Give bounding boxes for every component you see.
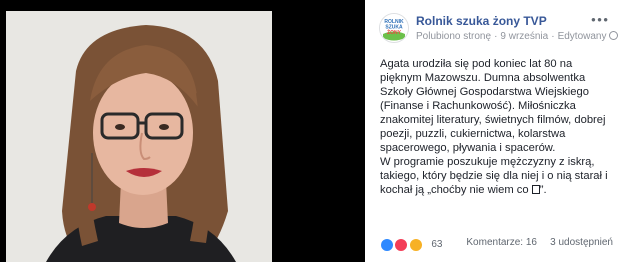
love-icon bbox=[394, 237, 409, 252]
edited-label[interactable]: Edytowany bbox=[558, 31, 607, 42]
post-text: Agata urodziła się pod koniec lat 80 na … bbox=[380, 57, 608, 209]
portrait-image bbox=[6, 11, 272, 262]
show-logo-icon: ROLNIK SZUKA ŻONY bbox=[380, 14, 408, 42]
missing-glyph-icon bbox=[531, 185, 540, 194]
post-paragraph-2: W programie poszukuje mężczyzny z iskrą,… bbox=[380, 156, 608, 196]
reaction-count: 63 bbox=[431, 239, 443, 251]
post-panel: ROLNIK SZUKA ŻONY Rolnik szuka żony TVP … bbox=[365, 0, 619, 262]
post-footer: 63 Komentarze: 16 3 udostępnień bbox=[365, 228, 619, 254]
post-paragraph-1: Agata urodziła się pod koniec lat 80 na … bbox=[380, 58, 606, 154]
author-type[interactable]: Polubiono stronę bbox=[416, 31, 491, 42]
meta-separator: · bbox=[494, 31, 498, 42]
comments-count-link[interactable]: Komentarze: 16 bbox=[466, 237, 537, 248]
more-options-icon[interactable]: • • • bbox=[591, 12, 608, 27]
reactions-summary[interactable]: 63 bbox=[380, 236, 443, 252]
meta-separator: · bbox=[551, 31, 555, 42]
logo-line3: ŻONY bbox=[387, 29, 402, 36]
shares-count-link[interactable]: 3 udostępnień bbox=[550, 237, 613, 248]
globe-icon bbox=[609, 31, 619, 40]
like-icon bbox=[380, 237, 394, 252]
post-paragraph-2-text: W programie poszukuje mężczyzny z iskrą,… bbox=[380, 156, 608, 196]
post-photo[interactable] bbox=[6, 11, 272, 262]
post-meta: Polubiono stronę · 9 września · Edytowany bbox=[416, 31, 619, 42]
haha-icon bbox=[408, 237, 423, 252]
page-avatar[interactable]: ROLNIK SZUKA ŻONY bbox=[379, 13, 409, 43]
post-date[interactable]: 9 września bbox=[500, 31, 548, 42]
photo-viewer bbox=[0, 0, 365, 262]
page-name-link[interactable]: Rolnik szuka żony TVP bbox=[416, 14, 547, 28]
